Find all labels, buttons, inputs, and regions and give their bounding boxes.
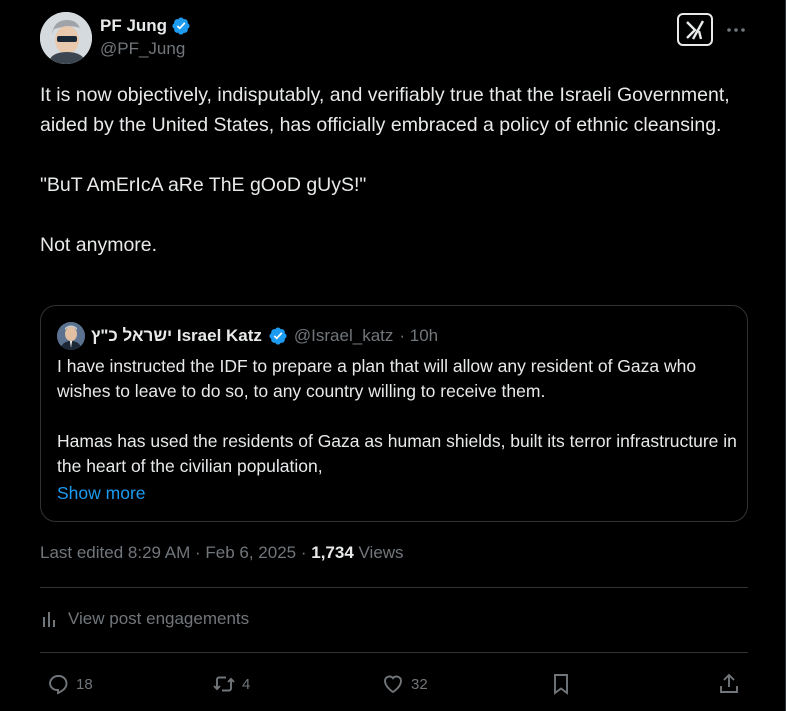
share-icon — [720, 673, 738, 693]
grok-button[interactable] — [677, 13, 713, 46]
post-text: It is now objectively, indisputably, and… — [40, 80, 754, 260]
action-bar: 18 4 32 — [40, 668, 748, 700]
views-count: 1,734 — [311, 543, 354, 562]
quoted-author-handle[interactable]: @Israel_katz — [294, 326, 393, 346]
reply-icon — [49, 675, 68, 695]
post-paragraph: It is now objectively, indisputably, and… — [40, 84, 736, 136]
quoted-post-time[interactable]: · 10h — [399, 326, 438, 346]
post-frame: PF Jung @PF_Jung It is now objectively, … — [0, 0, 786, 711]
divider — [40, 587, 748, 588]
view-engagements-link[interactable]: View post engagements — [40, 609, 249, 629]
divider — [40, 652, 748, 653]
show-more-link[interactable]: Show more — [57, 483, 146, 504]
quoted-post-text: I have instructed the IDF to prepare a p… — [57, 354, 737, 479]
quoted-paragraph: Hamas has used the residents of Gaza as … — [57, 431, 737, 476]
edited-timestamp[interactable]: Last edited 8:29 AM · Feb 6, 2025 · — [40, 543, 311, 562]
repost-icon — [213, 676, 235, 692]
share-button[interactable] — [717, 668, 741, 700]
post-paragraph: Not anymore. — [40, 234, 158, 256]
verified-badge-icon — [171, 16, 191, 36]
author-name-row: PF Jung — [100, 16, 191, 36]
like-count: 32 — [411, 675, 428, 693]
author-name[interactable]: PF Jung — [100, 16, 167, 36]
reply-button[interactable]: 18 — [46, 668, 93, 700]
quoted-post[interactable]: ישראל כ"ץ Israel Katz @Israel_katz · 10h… — [40, 305, 748, 522]
post-paragraph: "BuT AmErIcA aRe ThE gOoD gUyS!" — [40, 174, 367, 196]
view-engagements-label: View post engagements — [68, 609, 250, 628]
bookmark-icon — [554, 674, 568, 695]
post-header: PF Jung @PF_Jung — [40, 12, 750, 64]
more-button[interactable] — [722, 16, 750, 44]
quoted-post-header: ישראל כ"ץ Israel Katz @Israel_katz · 10h — [57, 322, 438, 350]
quoted-author-avatar[interactable] — [57, 322, 85, 350]
analytics-icon — [43, 612, 55, 627]
author-handle[interactable]: @PF_Jung — [100, 39, 185, 59]
repost-count: 4 — [242, 675, 251, 693]
more-icon — [727, 28, 745, 32]
verified-badge-icon — [268, 326, 288, 346]
views-label: Views — [353, 543, 404, 562]
post-meta: Last edited 8:29 AM · Feb 6, 2025 · 1,73… — [40, 543, 404, 563]
like-icon — [384, 675, 402, 694]
quoted-author-name[interactable]: ישראל כ"ץ Israel Katz — [91, 326, 262, 346]
grok-icon — [686, 19, 705, 40]
reply-count: 18 — [76, 675, 93, 693]
bookmark-button[interactable] — [549, 668, 573, 700]
quoted-paragraph: I have instructed the IDF to prepare a p… — [57, 356, 697, 401]
like-button[interactable]: 32 — [381, 668, 428, 700]
author-avatar[interactable] — [40, 12, 92, 64]
repost-button[interactable]: 4 — [212, 668, 250, 700]
